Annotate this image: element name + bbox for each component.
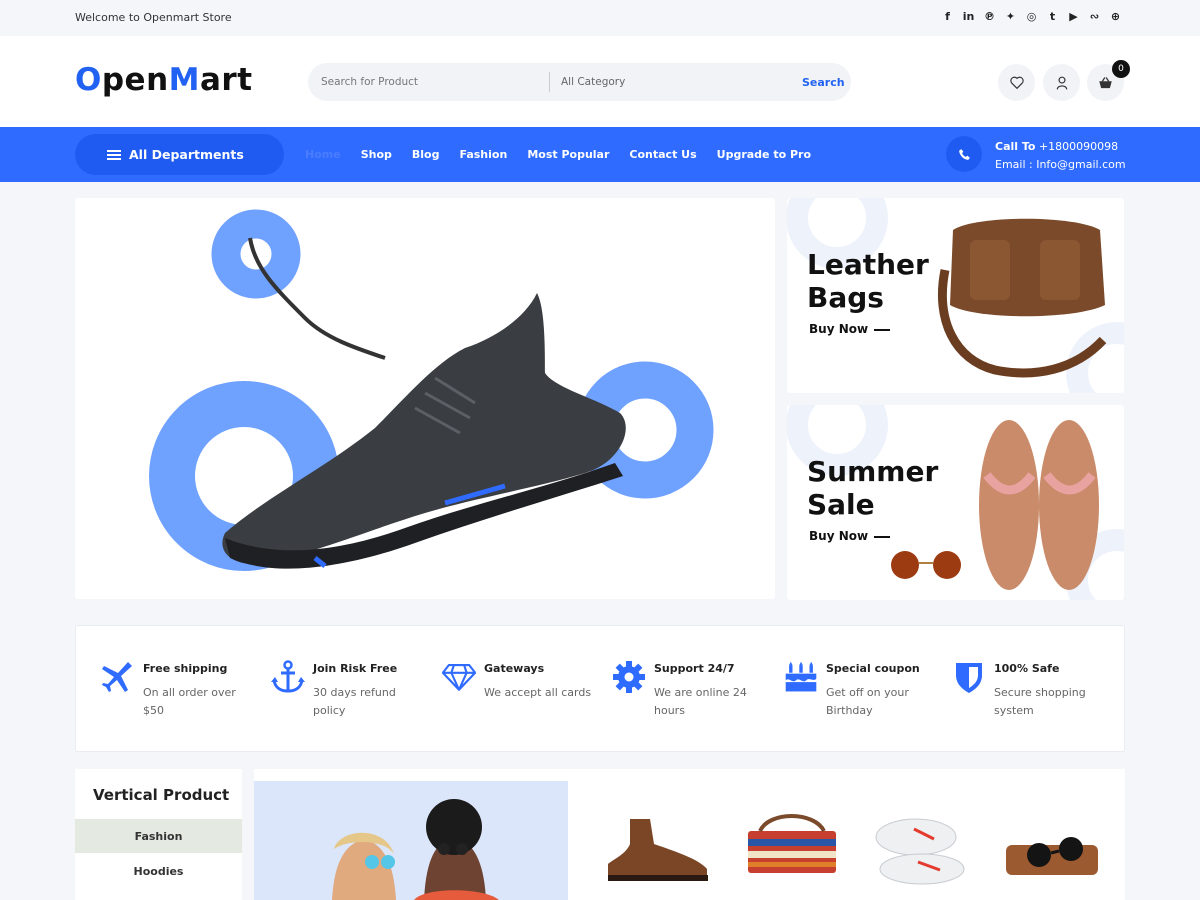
- leather-bag-image: [937, 218, 1107, 378]
- call-label: Call To: [995, 140, 1036, 153]
- feature-desc: Get off on your Birthday: [826, 686, 909, 717]
- promo-title: Summer Sale: [807, 455, 938, 521]
- nav-menu: Home Shop Blog Fashion Most Popular Cont…: [305, 148, 811, 161]
- nav-item-most-popular[interactable]: Most Popular: [527, 148, 609, 161]
- youtube-icon[interactable]: ▶: [1067, 10, 1080, 23]
- buy-now-link[interactable]: Buy Now: [809, 529, 890, 543]
- user-icon: [1056, 76, 1067, 90]
- promo-title-line1: Leather: [807, 248, 929, 281]
- logo-letter-o: O: [75, 62, 102, 98]
- hero-banner[interactable]: [75, 198, 775, 599]
- feature-title: Special coupon: [826, 662, 920, 675]
- category-select[interactable]: All Category: [561, 76, 625, 88]
- category-item-fashion[interactable]: Fashion: [75, 819, 242, 853]
- gear-icon: [613, 661, 645, 693]
- linkedin-icon[interactable]: in: [962, 10, 975, 23]
- product-sunglasses-image[interactable]: [1006, 837, 1098, 875]
- feature-desc: We accept all cards: [484, 686, 592, 699]
- promo-leather-bags[interactable]: Leather Bags Buy Now: [787, 198, 1124, 393]
- logo-letter-m: M: [168, 62, 201, 98]
- promo-title: Leather Bags: [807, 248, 929, 314]
- main-nav: All Departments Home Shop Blog Fashion M…: [0, 127, 1200, 182]
- anchor-icon: [271, 660, 305, 693]
- buy-now-link[interactable]: Buy Now: [809, 322, 890, 336]
- search-divider: [549, 72, 550, 92]
- stumbleupon-icon[interactable]: ∾: [1088, 10, 1101, 23]
- menu-icon: [107, 149, 121, 160]
- account-button[interactable]: [1043, 64, 1080, 101]
- welcome-text: Welcome to Openmart Store: [75, 11, 232, 24]
- email-text[interactable]: Email : Info@gmail.com: [995, 156, 1126, 174]
- logo-text-art: art: [200, 62, 253, 98]
- nav-item-fashion[interactable]: Fashion: [459, 148, 507, 161]
- diamond-icon: [442, 664, 476, 691]
- nav-item-contact-us[interactable]: Contact Us: [629, 148, 696, 161]
- twitter-icon[interactable]: ✦: [1004, 10, 1017, 23]
- vertical-product-title: Vertical Product: [93, 786, 230, 804]
- promo-summer-sale[interactable]: Summer Sale Buy Now: [787, 405, 1124, 600]
- product-sneakers-image[interactable]: [875, 818, 965, 885]
- feature-desc: We are online 24 hours: [654, 686, 747, 717]
- airplane-icon: [102, 662, 132, 692]
- basket-icon: [1099, 77, 1112, 89]
- heart-icon: [1009, 76, 1024, 89]
- logo[interactable]: OpenMart: [75, 62, 253, 98]
- features-strip: Free shipping On all order over $50 Join…: [75, 625, 1125, 752]
- nav-item-blog[interactable]: Blog: [412, 148, 440, 161]
- hero-illustration: [149, 209, 714, 571]
- header: OpenMart Search for Product All Category…: [0, 36, 1200, 127]
- feature-desc: 30 days refund policy: [313, 686, 396, 717]
- logo-text-pen: pen: [101, 62, 169, 98]
- feature-title: Gateways: [484, 662, 545, 675]
- search-input[interactable]: Search for Product: [321, 76, 418, 88]
- call-number[interactable]: +1800090098: [1039, 140, 1118, 153]
- search-button[interactable]: Search: [802, 76, 845, 89]
- search-bar: Search for Product All Category Search: [308, 63, 851, 101]
- nav-item-shop[interactable]: Shop: [361, 148, 392, 161]
- facebook-icon[interactable]: f: [941, 10, 954, 23]
- tumblr-icon[interactable]: t: [1046, 10, 1059, 23]
- nav-item-upgrade-to-pro[interactable]: Upgrade to Pro: [717, 148, 811, 161]
- category-item-hoodies[interactable]: Hoodies: [75, 854, 242, 888]
- instagram-icon[interactable]: ◎: [1025, 10, 1038, 23]
- shield-icon: [956, 663, 982, 693]
- birthday-cake-icon: [785, 661, 817, 692]
- phone-icon: [946, 136, 982, 172]
- contact-info: Call To +1800090098 Email : Info@gmail.c…: [995, 138, 1126, 174]
- vertical-product-panel: Vertical Product Fashion Hoodies: [75, 769, 242, 900]
- promo-title-line1: Summer: [807, 455, 939, 488]
- all-departments-button[interactable]: All Departments: [75, 134, 284, 175]
- top-bar: Welcome to Openmart Store f in ℗ ✦ ◎ t ▶…: [0, 0, 1200, 36]
- dribbble-icon[interactable]: ⊕: [1109, 10, 1122, 23]
- products-strip: [254, 781, 1098, 900]
- feature-title: Join Risk Free: [313, 662, 398, 675]
- cart-count-badge: 0: [1112, 60, 1130, 78]
- product-bag-image[interactable]: [748, 814, 836, 873]
- shoelace: [248, 237, 386, 360]
- all-departments-label: All Departments: [129, 147, 244, 162]
- promo-title-line2: Bags: [807, 281, 884, 314]
- product-boot-image[interactable]: [608, 819, 708, 881]
- cart-button[interactable]: 0: [1087, 60, 1130, 101]
- wishlist-button[interactable]: [998, 64, 1035, 101]
- feature-title: 100% Safe: [994, 662, 1060, 675]
- fashion-banner-image[interactable]: [254, 781, 568, 900]
- feature-desc: Secure shopping system: [994, 686, 1086, 717]
- feature-desc: On all order over $50: [143, 686, 236, 717]
- social-links: f in ℗ ✦ ◎ t ▶ ∾ ⊕: [941, 10, 1122, 23]
- nav-item-home[interactable]: Home: [305, 148, 341, 161]
- products-section: [254, 769, 1125, 900]
- feature-title: Support 24/7: [654, 662, 735, 675]
- promo-title-line2: Sale: [807, 488, 875, 521]
- pinterest-icon[interactable]: ℗: [983, 10, 996, 23]
- feature-title: Free shipping: [143, 662, 228, 675]
